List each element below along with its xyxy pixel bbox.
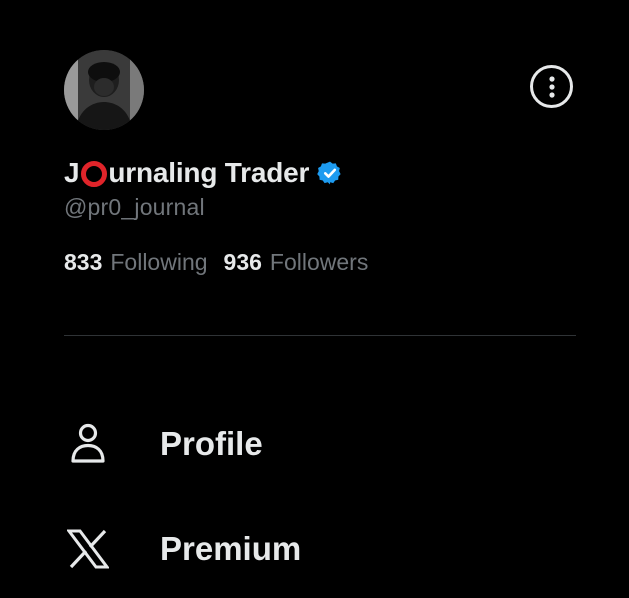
menu-item-premium[interactable]: Premium xyxy=(64,519,564,579)
person-icon xyxy=(64,420,112,468)
menu-item-label: Profile xyxy=(160,425,263,462)
more-options-button[interactable] xyxy=(530,65,573,108)
more-circle-icon xyxy=(548,75,555,98)
red-circle-emoji xyxy=(81,161,108,187)
avatar-photo xyxy=(64,50,144,130)
followers-link[interactable]: 936 Followers xyxy=(224,249,369,276)
display-name[interactable]: J urnaling Trader xyxy=(64,154,343,192)
x-logo-icon xyxy=(64,525,112,573)
display-name-rest: urnaling Trader xyxy=(108,157,310,188)
account-drawer: J urnaling Trader @pr0_journal 833 Follo… xyxy=(0,0,629,598)
verified-badge-icon[interactable] xyxy=(317,160,343,186)
followers-label: Followers xyxy=(269,249,369,275)
user-handle: @pr0_journal xyxy=(64,194,205,220)
menu-item-profile[interactable]: Profile xyxy=(64,414,564,474)
followers-count: 936 xyxy=(223,249,262,275)
avatar[interactable] xyxy=(64,50,144,130)
divider xyxy=(64,335,576,336)
following-count: 833 xyxy=(64,249,103,275)
following-label: Following xyxy=(110,249,208,275)
display-name-prefix: J xyxy=(64,157,80,188)
follow-stats: 833 Following 936 Followers xyxy=(64,249,368,276)
following-link[interactable]: 833 Following xyxy=(64,249,208,276)
menu-item-label: Premium xyxy=(160,530,302,567)
